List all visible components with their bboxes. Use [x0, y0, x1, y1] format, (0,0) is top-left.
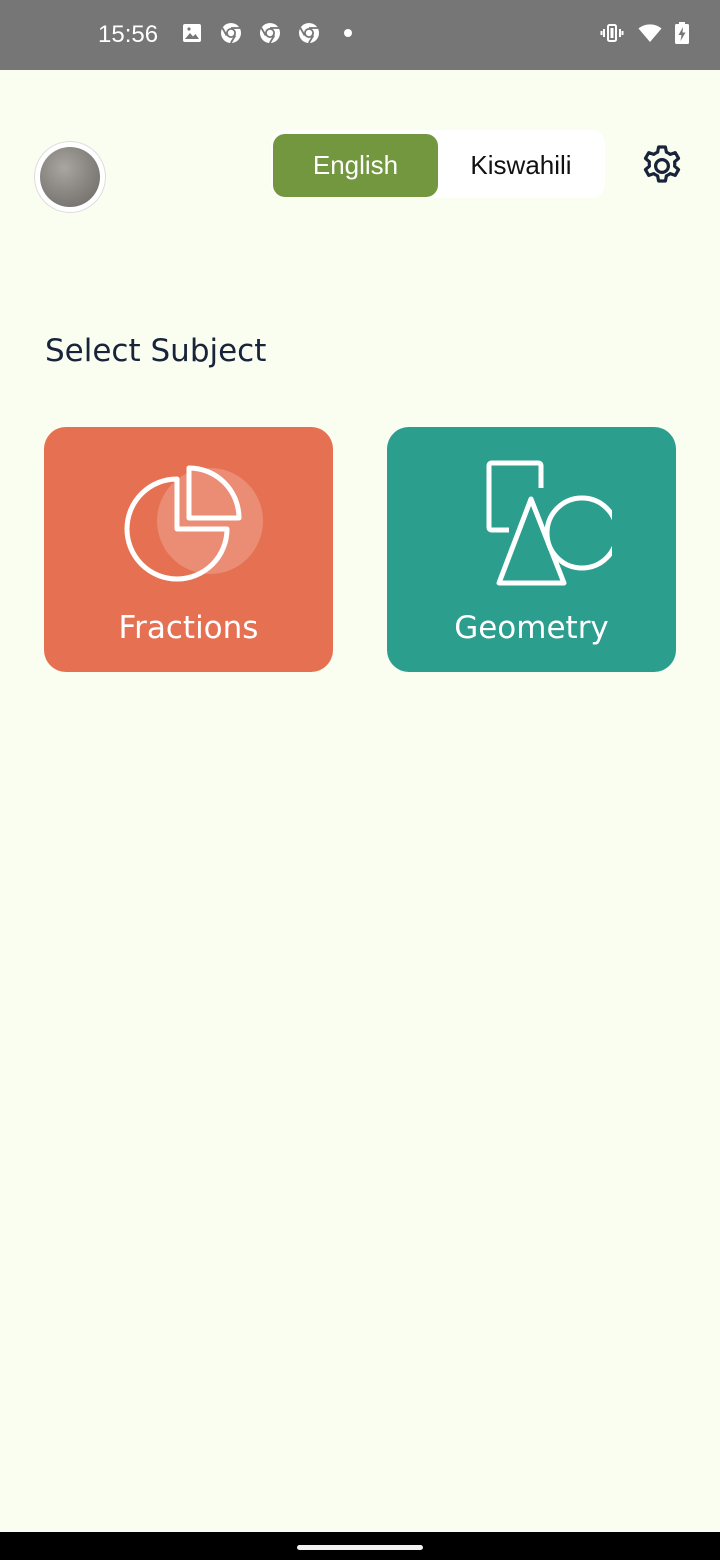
status-time: 15:56 — [98, 21, 159, 48]
subject-label-geometry: Geometry — [454, 610, 609, 646]
avatar-image — [40, 147, 100, 207]
image-icon — [180, 21, 204, 45]
wifi-icon — [638, 21, 662, 45]
status-bar: 15:56 — [0, 0, 720, 70]
home-gesture-handle[interactable] — [297, 1545, 423, 1550]
subject-card-fractions[interactable]: Fractions — [44, 427, 333, 672]
chrome-icon — [219, 21, 243, 45]
language-option-english[interactable]: English — [273, 134, 438, 197]
language-toggle: English Kiswahili — [271, 130, 605, 198]
navigation-bar — [0, 1532, 720, 1560]
pie-chart-icon — [44, 455, 333, 595]
profile-avatar[interactable] — [35, 142, 105, 212]
gear-icon[interactable] — [638, 142, 686, 190]
subject-label-fractions: Fractions — [118, 610, 259, 646]
language-option-kiswahili[interactable]: Kiswahili — [439, 134, 603, 197]
chrome-icon — [297, 21, 321, 45]
vibrate-icon — [600, 21, 624, 45]
subject-card-geometry[interactable]: Geometry — [387, 427, 676, 672]
dot-icon — [336, 21, 360, 45]
battery-charging-icon — [670, 21, 694, 45]
shapes-icon — [387, 455, 676, 595]
section-title: Select Subject — [45, 333, 267, 369]
chrome-icon — [258, 21, 282, 45]
